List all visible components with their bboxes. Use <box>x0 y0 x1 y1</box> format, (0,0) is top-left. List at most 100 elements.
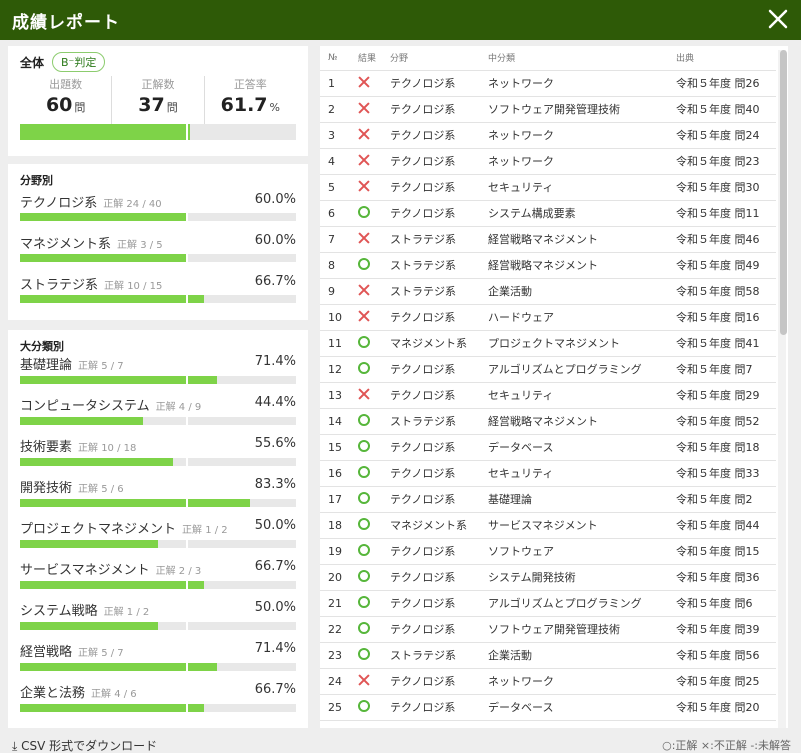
progress-fill <box>20 254 186 262</box>
cell-result <box>350 590 382 617</box>
category-percent: 60.0% <box>254 192 296 207</box>
cell-source: 令和５年度 問2 <box>668 486 776 513</box>
cell-field: テクノロジ系 <box>382 70 480 97</box>
cell-source: 令和５年度 問46 <box>668 226 776 253</box>
progress-fill <box>20 417 143 425</box>
cell-result <box>350 512 382 539</box>
stat-value: 60 <box>45 94 73 116</box>
cell-category: プロジェクトマネジメント <box>480 330 668 357</box>
category-percent: 83.3% <box>254 477 296 492</box>
table-row[interactable]: 5 テクノロジ系 セキュリティ 令和５年度 問30 <box>320 174 776 201</box>
cell-source: 令和５年度 問6 <box>668 590 776 617</box>
cell-category: セキュリティ <box>480 382 668 409</box>
category-progress-bar <box>20 458 296 466</box>
table-row[interactable]: 20 テクノロジ系 システム開発技術 令和５年度 問36 <box>320 564 776 591</box>
table-row[interactable]: 14 ストラテジ系 経営戦略マネジメント 令和５年度 問52 <box>320 408 776 435</box>
cell-no: 1 <box>320 70 350 97</box>
table-row[interactable]: 24 テクノロジ系 ネットワーク 令和５年度 問25 <box>320 668 776 695</box>
category-count: 正解 10 / 15 <box>104 281 163 292</box>
major-category-card: 大分類別 基礎理論 正解 5 / 7 71.4% コンピュータシステム 正解 4 / 9… <box>8 330 308 728</box>
cell-category: 経営戦略マネジメント <box>480 226 668 253</box>
cell-source: 令和５年度 問29 <box>668 382 776 409</box>
table-row[interactable]: 17 テクノロジ系 基礎理論 令和５年度 問2 <box>320 486 776 513</box>
circle-icon <box>358 569 370 582</box>
cell-result <box>350 616 382 643</box>
progress-marker <box>185 704 188 712</box>
cell-result <box>350 122 382 149</box>
stat-unit: % <box>269 101 280 114</box>
cell-category: 企業活動 <box>480 278 668 305</box>
table-row[interactable]: 6 テクノロジ系 システム構成要素 令和５年度 問11 <box>320 200 776 227</box>
progress-fill <box>20 622 158 630</box>
cell-no: 14 <box>320 408 350 435</box>
cell-field: テクノロジ系 <box>382 616 480 643</box>
cell-no: 4 <box>320 148 350 175</box>
table-row[interactable]: 10 テクノロジ系 ハードウェア 令和５年度 問16 <box>320 304 776 331</box>
category-name: システム戦略 <box>20 604 98 619</box>
progress-fill <box>20 295 205 303</box>
scrollbar-thumb[interactable] <box>780 50 787 335</box>
category-progress-bar <box>20 417 296 425</box>
table-row[interactable]: 11 マネジメント系 プロジェクトマネジメント 令和５年度 問41 <box>320 330 776 357</box>
table-row[interactable]: 23 ストラテジ系 企業活動 令和５年度 問56 <box>320 642 776 669</box>
cell-category: ネットワーク <box>480 122 668 149</box>
table-row[interactable]: 1 テクノロジ系 ネットワーク 令和５年度 問26 <box>320 70 776 97</box>
cell-source: 令和５年度 問58 <box>668 278 776 305</box>
cross-icon <box>358 180 370 192</box>
cell-category: セキュリティ <box>480 174 668 201</box>
table-row[interactable]: 19 テクノロジ系 ソフトウェア 令和５年度 問15 <box>320 538 776 565</box>
csv-download-button[interactable]: ⤓ CSV 形式でダウンロード <box>12 737 157 753</box>
table-row[interactable]: 7 ストラテジ系 経営戦略マネジメント 令和５年度 問46 <box>320 226 776 253</box>
header-source: 出典 <box>668 46 776 71</box>
category-percent: 71.4% <box>254 354 296 369</box>
cell-category: 企業活動 <box>480 642 668 669</box>
cell-source: 令和５年度 問40 <box>668 96 776 123</box>
category-percent: 66.7% <box>254 682 296 697</box>
stat-rate: 正答率 61.7% <box>205 76 296 124</box>
category-progress-bar <box>20 295 296 303</box>
table-row[interactable]: 25 テクノロジ系 データベース 令和５年度 問20 <box>320 694 776 721</box>
category-row: 企業と法務 正解 4 / 6 66.7% <box>20 682 296 712</box>
table-row[interactable]: 8 ストラテジ系 経営戦略マネジメント 令和５年度 問49 <box>320 252 776 279</box>
overall-progress-bar <box>20 124 296 140</box>
table-row[interactable]: 3 テクノロジ系 ネットワーク 令和５年度 問24 <box>320 122 776 149</box>
table-row[interactable]: 21 テクノロジ系 アルゴリズムとプログラミング 令和５年度 問6 <box>320 590 776 617</box>
title-bar: 成績レポート <box>0 0 801 40</box>
category-name: コンピュータシステム <box>20 399 150 414</box>
stat-unit: 問 <box>166 101 178 114</box>
cell-source: 令和５年度 問23 <box>668 148 776 175</box>
category-name: テクノロジ系 <box>20 196 98 211</box>
table-row[interactable]: 2 テクノロジ系 ソフトウェア開発管理技術 令和５年度 問40 <box>320 96 776 123</box>
category-count: 正解 1 / 2 <box>103 607 150 618</box>
table-row[interactable]: 16 テクノロジ系 セキュリティ 令和５年度 問33 <box>320 460 776 487</box>
table-row[interactable]: 12 テクノロジ系 アルゴリズムとプログラミング 令和５年度 問7 <box>320 356 776 383</box>
table-row[interactable]: 9 ストラテジ系 企業活動 令和５年度 問58 <box>320 278 776 305</box>
circle-icon <box>358 257 370 270</box>
close-icon[interactable] <box>765 6 791 32</box>
table-row[interactable]: 4 テクノロジ系 ネットワーク 令和５年度 問23 <box>320 148 776 175</box>
stat-label: 出題数 <box>49 78 83 91</box>
table-row[interactable]: 22 テクノロジ系 ソフトウェア開発管理技術 令和５年度 問39 <box>320 616 776 643</box>
table-row[interactable]: 18 マネジメント系 サービスマネジメント 令和５年度 問44 <box>320 512 776 539</box>
cell-no: 10 <box>320 304 350 331</box>
cross-icon <box>358 128 370 140</box>
category-row: 開発技術 正解 5 / 6 83.3% <box>20 477 296 507</box>
table-row[interactable]: 15 テクノロジ系 データベース 令和５年度 問18 <box>320 434 776 461</box>
cross-icon <box>358 102 370 114</box>
cell-source: 令和５年度 問25 <box>668 668 776 695</box>
cell-field: ストラテジ系 <box>382 252 480 279</box>
progress-marker <box>185 458 188 466</box>
summary-stats: 出題数 60 問 正解数 37 問 正答率 61.7% <box>20 76 296 124</box>
cell-no: 6 <box>320 200 350 227</box>
cell-source: 令和５年度 問49 <box>668 252 776 279</box>
table-header-row: № 結果 分野 中分類 出典 <box>320 46 776 71</box>
progress-fill <box>20 499 250 507</box>
cell-result <box>350 642 382 669</box>
cell-field: マネジメント系 <box>382 512 480 539</box>
cell-no: 12 <box>320 356 350 383</box>
cell-field: テクノロジ系 <box>382 304 480 331</box>
progress-marker <box>185 499 188 507</box>
table-row[interactable]: 13 テクノロジ系 セキュリティ 令和５年度 問29 <box>320 382 776 409</box>
header-result: 結果 <box>350 46 382 71</box>
cell-no: 25 <box>320 694 350 721</box>
